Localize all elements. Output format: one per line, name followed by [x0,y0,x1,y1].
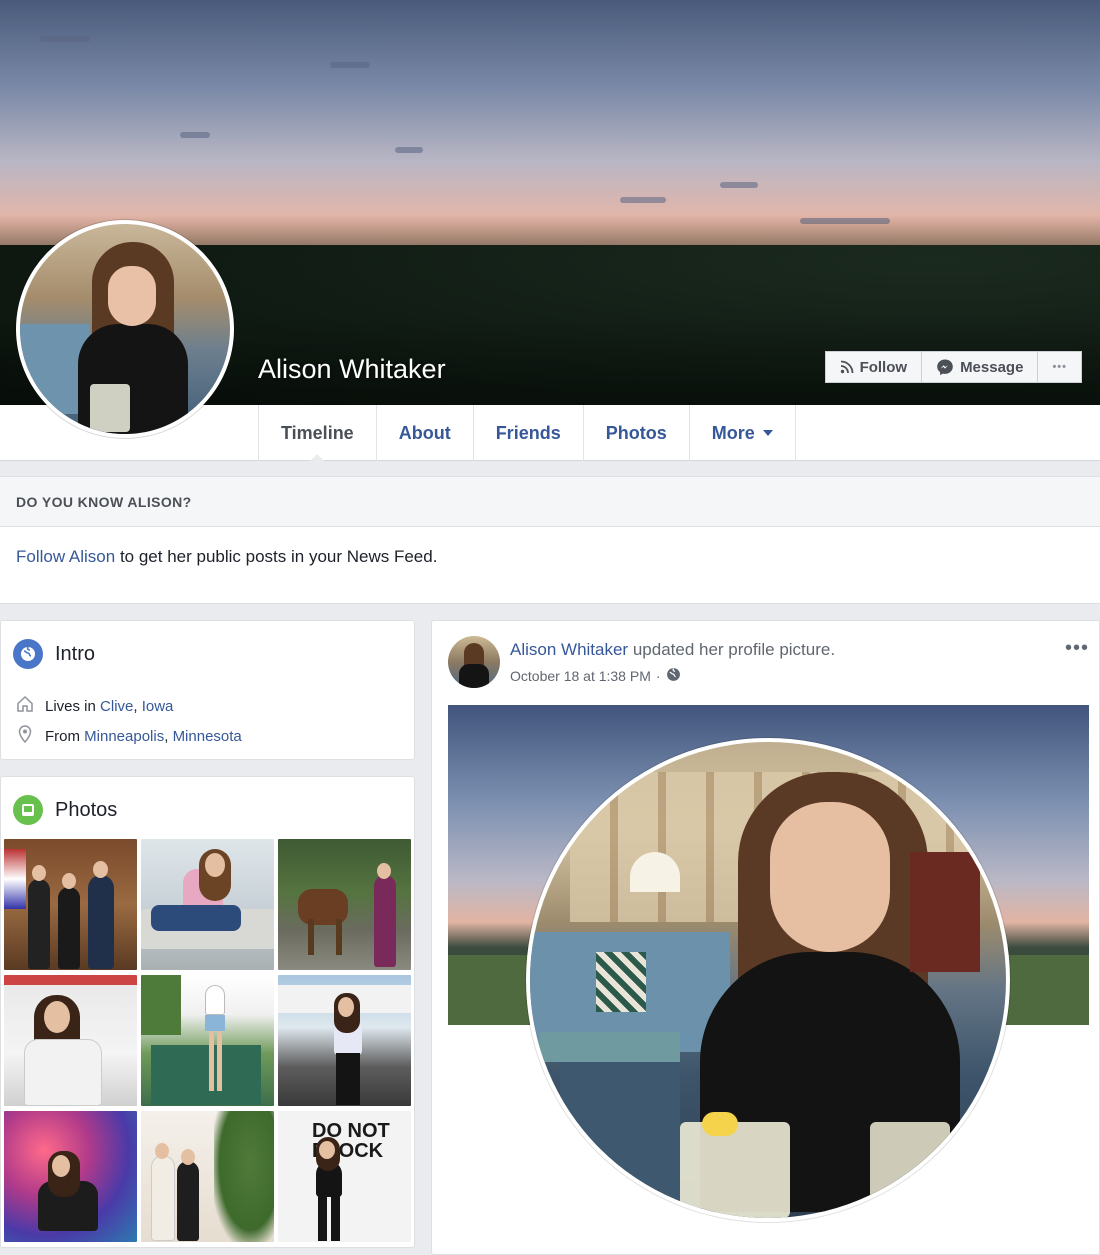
photo-icon [13,795,43,825]
photo-thumbnail[interactable] [278,975,411,1106]
lives-state-link[interactable]: Iowa [142,698,174,715]
post-image[interactable] [448,705,1089,1248]
post-timestamp[interactable]: October 18 at 1:38 PM [510,668,651,684]
follow-label: Follow [859,358,908,376]
lives-city-link[interactable]: Clive [100,698,133,715]
feed-post: Alison Whitaker updated her profile pict… [431,620,1100,1255]
intro-title: Intro [55,642,96,665]
do-you-know-heading: DO YOU KNOW ALISON? [0,477,1100,527]
messenger-icon [936,358,954,376]
home-icon [15,694,35,718]
photo-thumbnail[interactable] [4,975,137,1106]
photo-thumbnail[interactable] [141,1111,274,1242]
globe-icon [13,639,43,669]
photos-card: Photos DO NOT BLOCK [0,776,415,1248]
follow-button[interactable]: Follow [824,351,923,383]
more-dots: ••• [1052,361,1067,373]
photos-title[interactable]: Photos [55,799,117,822]
photo-thumbnail[interactable] [141,839,274,970]
more-options-button[interactable]: ••• [1038,351,1082,383]
from-row: From Minneapolis, Minnesota [1,721,414,751]
message-button[interactable]: Message [922,351,1039,383]
globe-icon [666,667,681,685]
tab-about[interactable]: About [375,405,473,461]
post-meta: October 18 at 1:38 PM · [510,667,681,685]
follow-alison-link[interactable]: Follow Alison [16,547,115,566]
rss-icon [840,360,854,374]
post-author-link[interactable]: Alison Whitaker [510,640,628,659]
location-pin-icon [15,724,35,748]
profile-actions: Follow Message ••• [824,351,1082,383]
intro-card: Intro Lives in Clive, Iowa From Minneapo… [0,620,415,760]
from-city-link[interactable]: Minneapolis [84,728,164,745]
profile-name[interactable]: Alison Whitaker [258,354,446,385]
photo-thumbnail[interactable] [278,839,411,970]
profile-picture-large [526,738,1010,1222]
photo-thumbnail[interactable] [4,839,137,970]
photo-thumbnail[interactable] [141,975,274,1106]
post-author-avatar[interactable] [448,636,500,688]
photo-thumbnail[interactable] [4,1111,137,1242]
lives-in-row: Lives in Clive, Iowa [1,691,414,721]
tab-friends[interactable]: Friends [472,405,583,461]
post-options-button[interactable]: ••• [1065,637,1089,660]
from-state-link[interactable]: Minnesota [173,728,242,745]
caret-down-icon [762,430,773,436]
profile-picture[interactable] [16,220,234,438]
tab-more[interactable]: More [688,405,796,461]
do-you-know-box: DO YOU KNOW ALISON? Follow Alison to get… [0,476,1100,604]
do-you-know-text: Follow Alison to get her public posts in… [16,547,438,566]
post-header: Alison Whitaker updated her profile pict… [510,640,836,659]
photo-thumbnail[interactable]: DO NOT BLOCK [278,1111,411,1242]
tab-timeline[interactable]: Timeline [258,405,376,462]
tab-photos[interactable]: Photos [582,405,689,461]
message-label: Message [960,358,1024,376]
